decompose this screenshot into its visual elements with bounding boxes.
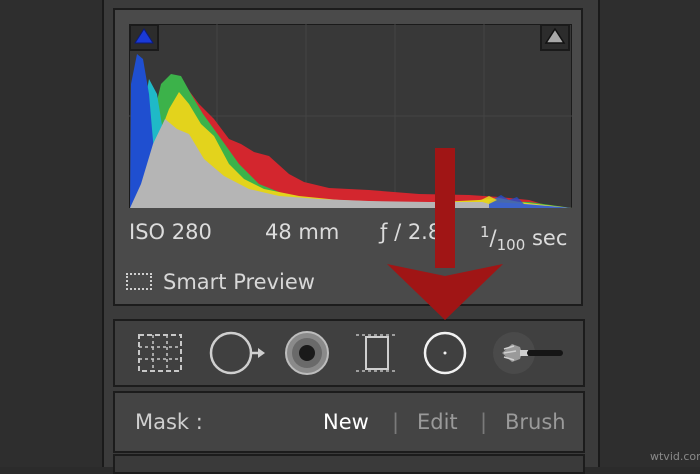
smart-preview-icon: [126, 273, 152, 290]
eye-icon: [283, 329, 331, 377]
shadow-clipping-button[interactable]: [129, 24, 159, 51]
shadow-clipping-triangle-icon: [133, 27, 155, 49]
spot-removal-tool[interactable]: [207, 329, 267, 377]
exif-focal-length: 48 mm: [265, 220, 340, 244]
crop-overlay-tool[interactable]: [135, 329, 185, 377]
crop-icon: [135, 331, 185, 375]
mask-separator: |: [480, 410, 488, 434]
highlight-clipping-triangle-icon: [544, 27, 566, 49]
graduated-filter-icon: [354, 329, 400, 377]
mask-brush-button[interactable]: Brush: [505, 391, 566, 453]
histogram-graph: [129, 24, 572, 208]
shutter-unit: sec: [531, 226, 568, 250]
mask-edit-button[interactable]: Edit: [417, 391, 458, 453]
next-panel-row: [113, 454, 585, 474]
exif-iso: ISO 280: [129, 220, 212, 244]
highlight-clipping-button[interactable]: [540, 24, 570, 51]
mask-options-row: Mask : New | Edit | Brush: [113, 391, 585, 453]
right-panel-edge: [598, 0, 700, 467]
histogram-panel: ISO 280 48 mm ƒ / 2.8 1/100 sec Smart Pr…: [113, 8, 583, 306]
mask-new-button[interactable]: New: [323, 391, 369, 453]
brush-icon: [490, 329, 568, 377]
red-arrow-annotation: [387, 148, 503, 320]
adjustment-brush-tool[interactable]: [490, 329, 568, 377]
graduated-filter-tool[interactable]: [353, 329, 401, 377]
spot-removal-icon: [207, 329, 267, 377]
mask-label: Mask :: [135, 410, 203, 434]
red-eye-tool[interactable]: [282, 329, 332, 377]
left-panel-edge: [0, 0, 104, 467]
radial-filter-icon: [421, 329, 469, 377]
mask-separator: |: [392, 410, 400, 434]
tool-strip: [113, 319, 585, 387]
radial-filter-tool[interactable]: [420, 329, 470, 377]
watermark: wtvid.com: [650, 450, 700, 463]
smart-preview-label: Smart Preview: [163, 270, 315, 294]
